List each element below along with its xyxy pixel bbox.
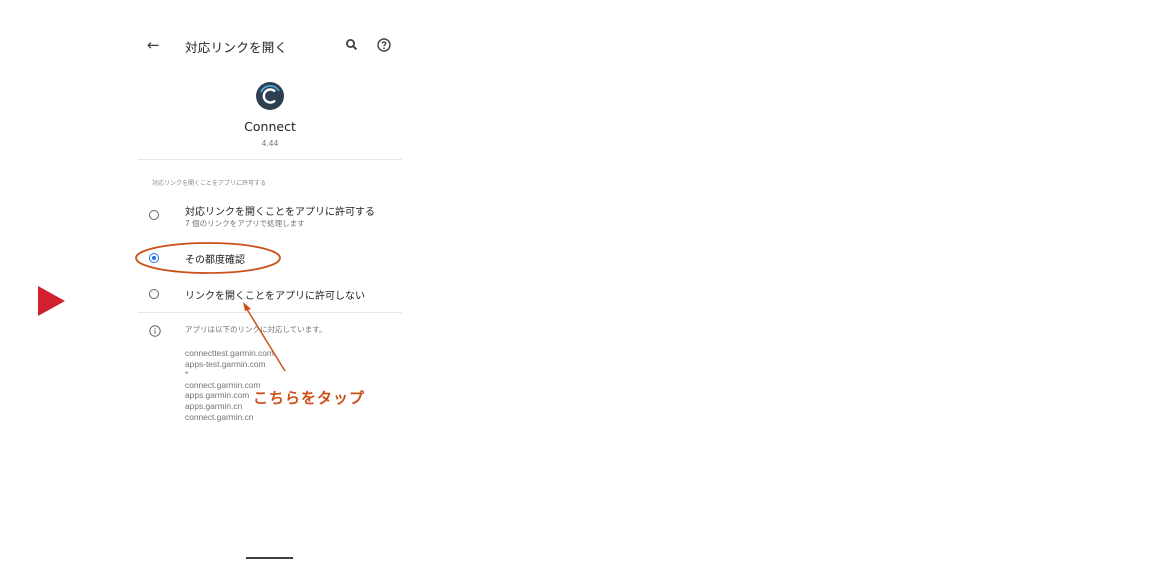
annotation-text: こちらをタップ <box>253 389 366 407</box>
annotation-arrow <box>244 305 286 372</box>
highlight-ellipse <box>135 242 281 274</box>
arrow-head-icon <box>243 302 251 311</box>
annotation-overlay <box>135 242 286 372</box>
